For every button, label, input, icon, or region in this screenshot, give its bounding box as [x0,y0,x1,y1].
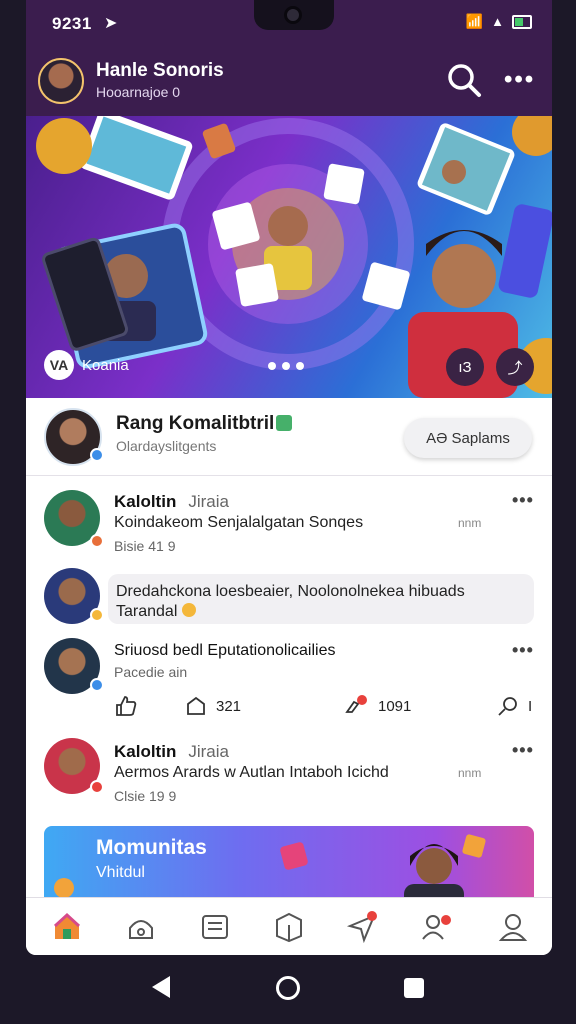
badge-icon [90,534,104,548]
feed-icon[interactable] [198,910,232,944]
home-button-icon[interactable] [276,976,300,1000]
comment-text: Dredahckona loesbeaier, Noolonolnekea hi… [116,583,465,620]
box-icon[interactable] [272,910,306,944]
camera-notch [254,0,334,30]
hero-badge-label: Koania [82,356,129,374]
share-icon[interactable]: ⤴ [496,348,534,386]
hero-banner[interactable]: VA Koania ıЗ ⤴ [26,116,552,398]
verified-badge-icon [90,448,104,462]
reply-label: I [528,697,533,715]
signal-icon: ▲ [491,14,504,29]
hero-badge[interactable]: VA Koania [44,350,129,380]
feed-author: Kaloltin Jiraia [114,492,229,511]
like-icon [116,696,137,716]
like-button[interactable] [114,694,138,718]
comment-count: 1091 [378,697,412,715]
feed-text: Aermos Arards w Autlan Intaboh Icichd [114,764,389,781]
wifi-icon: 📶 [465,13,484,29]
location-arrow-icon: ➤ [104,15,118,32]
explore-icon[interactable] [124,910,158,944]
feed-item[interactable]: Kaloltin Jiraia Koindakeom Senjalalgatan … [26,478,552,568]
share-button[interactable]: 321 [184,694,241,718]
back-icon[interactable] [152,976,170,998]
more-icon[interactable]: ••• [512,640,534,661]
more-icon[interactable]: ••• [504,66,535,94]
send-icon[interactable] [346,910,380,944]
profile-action-button[interactable]: AƏ Saplams [404,418,532,458]
badge-icon [90,608,104,622]
comment-button[interactable]: 1091 [344,694,411,718]
tag-icon [276,415,293,431]
profile-icon[interactable] [496,910,530,944]
community-promo-banner[interactable]: Momunitas Vhitdul [44,826,534,898]
app-logo: VA [44,350,74,380]
feed-author: Sriuosd bedl Eputationolicailies [114,642,336,659]
status-time: 9231 [52,14,92,33]
feed-author: Kaloltin Jiraia [114,742,229,761]
profile-name: Rang Komalitbtril [116,413,293,435]
feed-item[interactable]: Sriuosd bedl Eputationolicailies Pacedie… [26,636,552,694]
feed-item[interactable]: Kaloltin Jiraia Aermos Arards w Autlan In… [26,730,552,820]
bottom-navigation [26,897,552,955]
more-icon[interactable]: ••• [512,490,534,511]
carousel-dots[interactable] [268,362,304,370]
user-avatar[interactable] [38,58,84,104]
app-bar: Hanle Sonoris Hooarnajoe 0 ••• [26,44,552,116]
promo-title: Momunitas [96,836,207,859]
app-subtitle: Hooarnajoe 0 [96,84,181,100]
battery-icon [512,14,532,29]
feed-text: Koindakeom Senjalalgatan Sonqes [114,514,364,531]
recents-icon[interactable] [404,978,424,998]
feed-meta: Pacedie ain [114,664,188,680]
feed-time: nnm [458,766,482,780]
profile-card[interactable]: Rang Komalitbtril Olardayslitgents AƏ Sa… [26,398,552,476]
promo-subtitle: Vhitdul [96,864,145,881]
comment-icon [345,695,367,713]
share-icon [187,696,205,715]
more-icon[interactable]: ••• [512,740,534,761]
search-icon[interactable] [446,62,482,98]
front-camera-icon [284,6,302,24]
app-title: Hanle Sonoris [96,60,224,81]
friends-icon[interactable] [420,910,454,944]
share-count: 321 [216,697,242,715]
feed-meta: Bisie 41 9 [114,538,176,554]
status-bar: 9231 ➤ 📶 ▲ [26,0,552,44]
badge-icon [90,780,104,794]
reply-button[interactable]: I [496,694,532,718]
status-icons: 📶 ▲ [466,13,532,30]
emoji-icon [181,603,196,617]
feed-time: nnm [458,516,482,530]
phone-frame: 9231 ➤ 📶 ▲ Hanle Sonoris Hooarnajoe 0 ••… [0,0,576,1024]
comment-bubble[interactable]: Dredahckona loesbeaier, Noolonolnekea hi… [108,574,534,624]
reply-icon [498,697,517,716]
post-actions: 321 1091 I [26,690,552,726]
feed-meta: Clsie 19 9 [114,788,177,804]
hero-action-button[interactable]: ıЗ [446,348,484,386]
home-icon[interactable] [50,910,84,944]
profile-subtitle: Olardayslitgents [116,438,217,454]
app-screen: 9231 ➤ 📶 ▲ Hanle Sonoris Hooarnajoe 0 ••… [26,0,552,955]
